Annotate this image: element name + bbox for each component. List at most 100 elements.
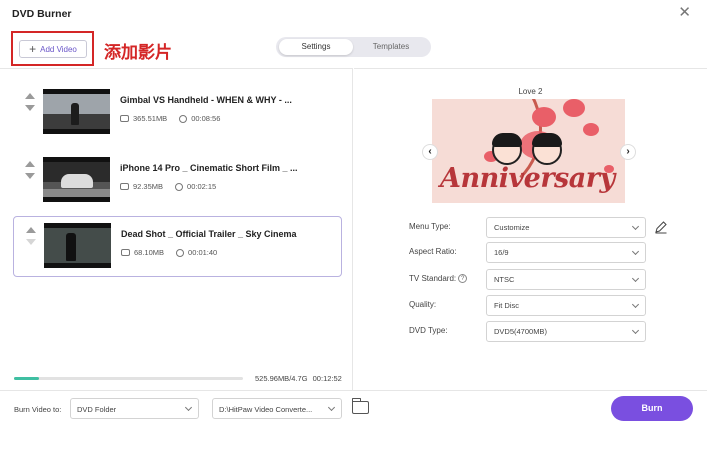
quality-row: Quality: Fit Disc <box>354 295 707 317</box>
file-size-icon <box>120 115 129 122</box>
chevron-down-icon <box>327 403 336 412</box>
chevron-down-icon <box>631 222 640 231</box>
video-duration: 00:02:15 <box>187 182 217 191</box>
bottom-bar: Burn Video to: DVD Folder D:\HitPaw Vide… <box>0 390 707 428</box>
character-left <box>492 133 522 165</box>
window-title: DVD Burner <box>12 8 72 20</box>
video-list-item[interactable]: Gimbal VS Handheld - WHEN & WHY - ... 36… <box>13 83 342 144</box>
video-title: Dead Shot _ Official Trailer _ Sky Cinem… <box>121 229 297 239</box>
move-up-icon[interactable] <box>25 161 35 167</box>
output-path-select[interactable]: D:\HitPaw Video Converte... <box>212 398 342 419</box>
move-up-icon[interactable] <box>25 93 35 99</box>
file-size-icon <box>120 183 129 190</box>
menu-type-label: Menu Type: <box>409 222 451 231</box>
video-duration: 00:01:40 <box>188 248 218 257</box>
menu-type-row: Menu Type: Customize <box>354 217 707 239</box>
heart-icon <box>532 107 556 127</box>
anniversary-banner: Anniversary <box>440 163 615 194</box>
storage-progress-bar <box>14 377 243 380</box>
video-size: 92.35MB <box>133 182 164 191</box>
folder-icon[interactable] <box>352 398 369 414</box>
menu-type-value: Customize <box>494 223 530 232</box>
move-down-icon[interactable] <box>26 239 36 245</box>
video-thumbnail <box>43 157 110 202</box>
video-thumbnail <box>43 89 110 134</box>
tv-standard-label-wrap: TV Standard:? <box>409 274 468 284</box>
close-icon[interactable]: ✕ <box>678 5 691 21</box>
chevron-down-icon <box>184 403 193 412</box>
video-list-item[interactable]: iPhone 14 Pro _ Cinematic Short Film _ .… <box>13 151 342 212</box>
chevron-down-icon <box>631 247 640 256</box>
dvd-type-label: DVD Type: <box>409 326 448 335</box>
video-meta: 365.51MB 00:08:56 <box>120 114 220 123</box>
settings-panel: Love 2 Anniversary ‹ › Menu Type: Custom… <box>354 68 707 390</box>
aspect-ratio-value: 16/9 <box>494 248 509 257</box>
previous-template-button[interactable]: ‹ <box>422 144 438 160</box>
heart-icon <box>583 123 599 136</box>
add-video-label: Add Video <box>40 44 77 54</box>
chevron-down-icon <box>631 274 640 283</box>
dvd-type-value: DVD5(4700MB) <box>494 327 547 336</box>
title-bar: DVD Burner ✕ <box>0 0 707 28</box>
tab-settings[interactable]: Settings <box>279 39 353 55</box>
storage-progress-fill <box>14 377 40 380</box>
tv-standard-value: NTSC <box>494 275 515 284</box>
clock-icon <box>175 182 184 191</box>
quality-label: Quality: <box>409 300 437 309</box>
tab-templates[interactable]: Templates <box>354 39 428 55</box>
video-list-item-selected[interactable]: Dead Shot _ Official Trailer _ Sky Cinem… <box>13 216 342 277</box>
clock-icon <box>179 114 188 123</box>
dvd-burner-window: DVD Burner ✕ + Add Video 添加影片 Settings T… <box>0 0 707 428</box>
chevron-down-icon <box>631 300 640 309</box>
video-meta: 92.35MB 00:02:15 <box>120 182 216 191</box>
video-duration: 00:08:56 <box>191 114 221 123</box>
move-up-icon[interactable] <box>26 227 36 233</box>
template-name: Love 2 <box>518 87 543 96</box>
video-thumbnail <box>44 223 111 268</box>
tv-standard-label: TV Standard: <box>409 274 457 283</box>
clock-icon <box>176 248 185 257</box>
video-title: Gimbal VS Handheld - WHEN & WHY - ... <box>120 95 292 105</box>
quality-value: Fit Disc <box>494 301 519 310</box>
burn-to-label: Burn Video to: <box>14 405 62 414</box>
output-path-value: D:\HitPaw Video Converte... <box>219 405 313 414</box>
aspect-ratio-row: Aspect Ratio: 16/9 <box>354 242 707 264</box>
burn-target-select[interactable]: DVD Folder <box>70 398 199 419</box>
help-icon[interactable]: ? <box>458 274 468 284</box>
video-size: 68.10MB <box>134 248 165 257</box>
reorder-arrows <box>25 93 35 111</box>
tv-standard-select[interactable]: NTSC <box>486 269 646 290</box>
storage-summary: 525.96MB/4.7G 00:12:52 <box>255 374 342 383</box>
tab-bar: Settings Templates <box>276 37 431 57</box>
burn-button[interactable]: Burn <box>611 396 693 421</box>
template-preview: Anniversary <box>432 99 625 203</box>
next-template-button[interactable]: › <box>620 144 636 160</box>
annotation-highlight-box: + Add Video <box>11 31 94 66</box>
heart-icon <box>563 99 585 117</box>
total-duration: 00:12:52 <box>312 374 342 383</box>
file-size-icon <box>121 249 130 256</box>
quality-select[interactable]: Fit Disc <box>486 295 646 316</box>
aspect-ratio-label: Aspect Ratio: <box>409 247 457 256</box>
video-meta: 68.10MB 00:01:40 <box>121 248 217 257</box>
annotation-text: 添加影片 <box>104 43 172 63</box>
plus-icon: + <box>29 42 37 56</box>
move-down-icon[interactable] <box>25 105 35 111</box>
character-right <box>532 133 562 165</box>
reorder-arrows <box>25 161 35 179</box>
chevron-down-icon <box>631 326 640 335</box>
aspect-ratio-select[interactable]: 16/9 <box>486 242 646 263</box>
video-size: 365.51MB <box>133 114 168 123</box>
storage-used: 525.96MB/4.7G <box>255 374 308 383</box>
edit-pencil-icon[interactable] <box>654 220 668 234</box>
move-down-icon[interactable] <box>25 173 35 179</box>
tv-standard-row: TV Standard:? NTSC <box>354 269 707 291</box>
dvd-type-row: DVD Type: DVD5(4700MB) <box>354 321 707 343</box>
dvd-type-select[interactable]: DVD5(4700MB) <box>486 321 646 342</box>
burn-target-value: DVD Folder <box>77 405 117 414</box>
video-title: iPhone 14 Pro _ Cinematic Short Film _ .… <box>120 163 298 173</box>
reorder-arrows <box>26 227 36 245</box>
menu-type-select[interactable]: Customize <box>486 217 646 238</box>
video-list-panel: Gimbal VS Handheld - WHEN & WHY - ... 36… <box>0 68 353 390</box>
add-video-button[interactable]: + Add Video <box>19 40 87 58</box>
